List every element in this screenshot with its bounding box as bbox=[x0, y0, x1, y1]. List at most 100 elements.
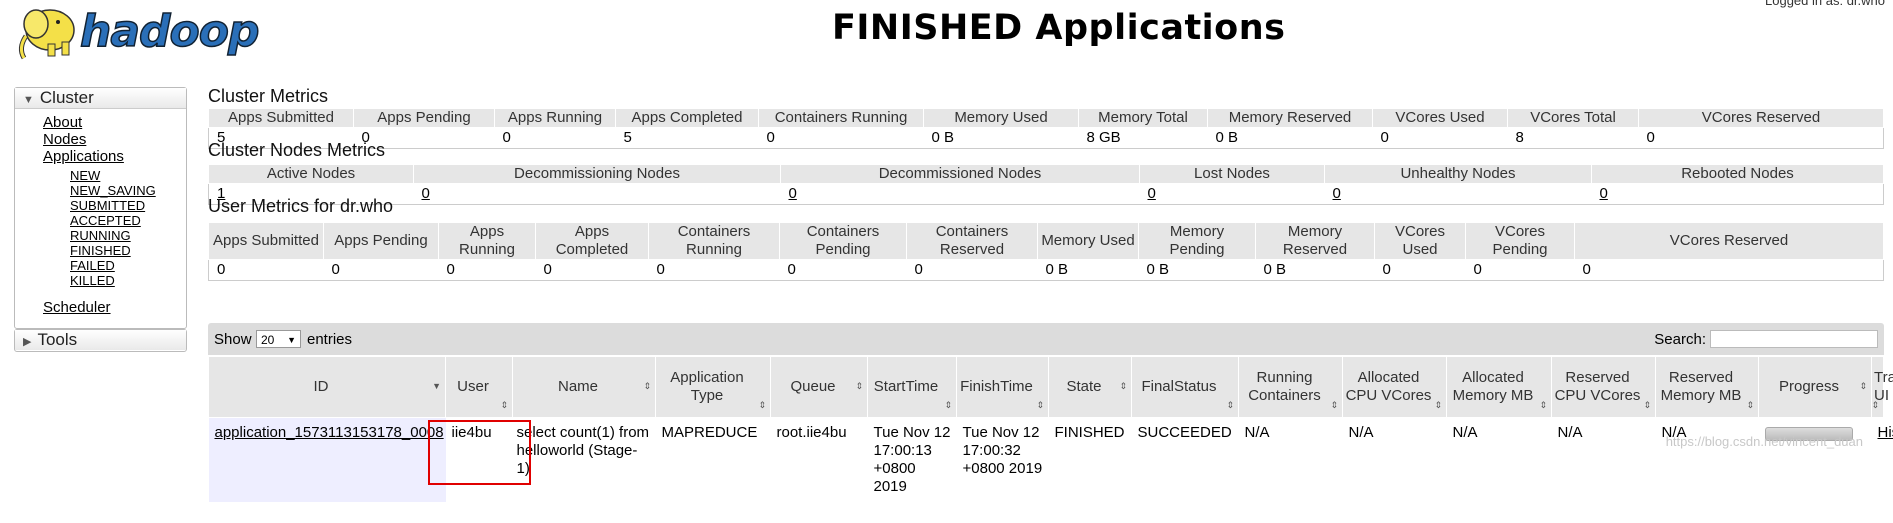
sort-icon: ⇕ bbox=[855, 382, 863, 390]
column-header-label: Progress bbox=[1779, 378, 1839, 395]
lost-nodes-link[interactable]: 0 bbox=[1148, 185, 1156, 202]
metric-header: VCores Pending bbox=[1466, 223, 1575, 260]
column-header-label: Running Containers bbox=[1248, 369, 1321, 404]
column-header-allocated-memory-mb[interactable]: Allocated Memory MB⇕ bbox=[1447, 357, 1552, 418]
column-header-queue[interactable]: Queue ⇕ bbox=[771, 357, 868, 418]
metric-header: VCores Used bbox=[1375, 223, 1466, 260]
metric-value: 0 bbox=[907, 260, 1038, 281]
sidebar-item-new[interactable]: NEW bbox=[70, 168, 100, 183]
tracking-ui-history-link[interactable]: History bbox=[1878, 424, 1893, 441]
sidebar-item-new-saving[interactable]: NEW_SAVING bbox=[70, 183, 156, 198]
column-header-label: Queue bbox=[790, 378, 835, 395]
metric-header: VCores Reserved bbox=[1639, 109, 1884, 128]
column-header-starttime[interactable]: StartTime⇕ bbox=[868, 357, 957, 418]
apps-toolbar: Show 20 ▼ entries Search: bbox=[208, 323, 1884, 355]
rebooted-nodes-link[interactable]: 0 bbox=[1600, 185, 1608, 202]
cell-allocated-cpu: N/A bbox=[1343, 418, 1447, 503]
metric-header: Rebooted Nodes bbox=[1592, 165, 1884, 184]
column-header-reserved-memory-mb[interactable]: Reserved Memory MB⇕ bbox=[1656, 357, 1759, 418]
metric-value: 0 bbox=[1466, 260, 1575, 281]
cell-finishtime: Tue Nov 12 17:00:32 +0800 2019 bbox=[957, 418, 1049, 503]
sort-icon: ⇕ bbox=[1643, 401, 1651, 409]
column-header-progress[interactable]: Progress⇕ bbox=[1759, 357, 1872, 418]
sidebar-item-about[interactable]: About bbox=[43, 114, 82, 131]
sidebar-item-scheduler[interactable]: Scheduler bbox=[43, 299, 111, 316]
metric-value: 0 bbox=[1639, 128, 1884, 149]
sidebar-item-finished[interactable]: FINISHED bbox=[70, 243, 131, 258]
annotation-highlight-box bbox=[428, 420, 531, 485]
column-header-tracking-ui[interactable]: Tracking UI⇕ bbox=[1872, 357, 1884, 418]
cell-reserved-memory: N/A bbox=[1656, 418, 1759, 503]
metric-value: 0 bbox=[780, 260, 907, 281]
metric-value: 0 bbox=[649, 260, 780, 281]
metric-header: Apps Pending bbox=[324, 223, 439, 260]
metric-header: Containers Running bbox=[649, 223, 780, 260]
logged-in-label: Logged in as: dr.who bbox=[1765, 0, 1885, 8]
column-header-finalstatus[interactable]: FinalStatus⇕ bbox=[1132, 357, 1239, 418]
column-header-application-type[interactable]: Application Type⇕ bbox=[656, 357, 771, 418]
tools-nav[interactable]: ▶Tools bbox=[14, 329, 187, 352]
sort-icon: ⇕ bbox=[1330, 401, 1338, 409]
cell-running-containers: N/A bbox=[1239, 418, 1343, 503]
metric-header: Containers Running bbox=[759, 109, 924, 128]
column-header-label: FinalStatus bbox=[1141, 378, 1216, 395]
sidebar-item-accepted[interactable]: ACCEPTED bbox=[70, 213, 141, 228]
column-header-finishtime[interactable]: FinishTime⇕ bbox=[957, 357, 1049, 418]
column-header-label: User bbox=[457, 378, 489, 395]
sidebar-item-applications[interactable]: Applications bbox=[43, 148, 124, 165]
sort-icon: ⇕ bbox=[643, 382, 651, 390]
decommissioning-nodes-link[interactable]: 0 bbox=[422, 185, 430, 202]
metric-value: 0 B bbox=[1256, 260, 1375, 281]
show-label: Show bbox=[214, 331, 252, 348]
cluster-nodes-metrics-title: Cluster Nodes Metrics bbox=[208, 140, 385, 161]
hadoop-logo[interactable]: hadoop bbox=[14, 0, 314, 66]
metric-header: Active Nodes bbox=[209, 165, 414, 184]
column-header-user[interactable]: User⇕ bbox=[446, 357, 513, 418]
search-input[interactable] bbox=[1710, 330, 1878, 348]
metric-value: 0 bbox=[1373, 128, 1508, 149]
column-header-id[interactable]: ID▼ bbox=[209, 357, 446, 418]
metric-value: 0 bbox=[536, 260, 649, 281]
watermark: https://blog.csdn.net/vincent_duan bbox=[1666, 434, 1863, 449]
sort-icon: ⇕ bbox=[1871, 401, 1879, 409]
cell-starttime: Tue Nov 12 17:00:13 +0800 2019 bbox=[868, 418, 957, 503]
metric-header: Apps Completed bbox=[616, 109, 759, 128]
metric-value: 8 bbox=[1508, 128, 1639, 149]
application-id-link[interactable]: application_1573113153178_0008 bbox=[215, 424, 444, 441]
metric-header: Memory Total bbox=[1079, 109, 1208, 128]
metric-value: 0 bbox=[439, 260, 536, 281]
sidebar-item-failed[interactable]: FAILED bbox=[70, 258, 115, 273]
metric-header: VCores Used bbox=[1373, 109, 1508, 128]
sort-icon: ⇕ bbox=[1539, 401, 1547, 409]
column-header-label: Allocated CPU VCores bbox=[1346, 369, 1432, 404]
page-title: FINISHED Applications bbox=[832, 8, 1285, 48]
metric-header: Lost Nodes bbox=[1140, 165, 1325, 184]
entries-label: entries bbox=[307, 331, 352, 348]
metric-header: Containers Pending bbox=[780, 223, 907, 260]
column-header-name[interactable]: Name⇕ bbox=[513, 357, 656, 418]
page-length-select[interactable]: 20 ▼ bbox=[256, 330, 301, 348]
unhealthy-nodes-link[interactable]: 0 bbox=[1333, 185, 1341, 202]
metric-header: Apps Pending bbox=[354, 109, 495, 128]
sidebar-item-running[interactable]: RUNNING bbox=[70, 228, 131, 243]
metric-header: Apps Running bbox=[439, 223, 536, 260]
column-header-running-containers[interactable]: Running Containers ⇕ bbox=[1239, 357, 1343, 418]
column-header-label: Reserved Memory MB bbox=[1661, 369, 1742, 404]
column-header-reserved-cpu-vcores[interactable]: Reserved CPU VCores⇕ bbox=[1552, 357, 1656, 418]
tools-nav-header[interactable]: ▶Tools bbox=[15, 330, 186, 350]
user-metrics-table: Apps Submitted Apps Pending Apps Running… bbox=[208, 222, 1884, 281]
sidebar-item-killed[interactable]: KILLED bbox=[70, 273, 115, 288]
metric-value: 0 B bbox=[1139, 260, 1256, 281]
metric-header: Unhealthy Nodes bbox=[1325, 165, 1592, 184]
triangle-right-icon: ▶ bbox=[23, 336, 31, 348]
sidebar-item-nodes[interactable]: Nodes bbox=[43, 131, 86, 148]
cell-name: select count(1) from helloworld (Stage-1… bbox=[513, 418, 656, 503]
metric-value: 0 bbox=[759, 128, 924, 149]
decommissioned-nodes-link[interactable]: 0 bbox=[789, 185, 797, 202]
metric-header: Decommissioning Nodes bbox=[414, 165, 781, 184]
column-header-state[interactable]: State⇕ bbox=[1049, 357, 1132, 418]
cluster-nav-header[interactable]: ▼Cluster bbox=[15, 88, 186, 109]
sidebar-item-submitted[interactable]: SUBMITTED bbox=[70, 198, 145, 213]
sort-icon: ⇕ bbox=[944, 401, 952, 409]
column-header-allocated-cpu-vcores[interactable]: Allocated CPU VCores⇕ bbox=[1343, 357, 1447, 418]
